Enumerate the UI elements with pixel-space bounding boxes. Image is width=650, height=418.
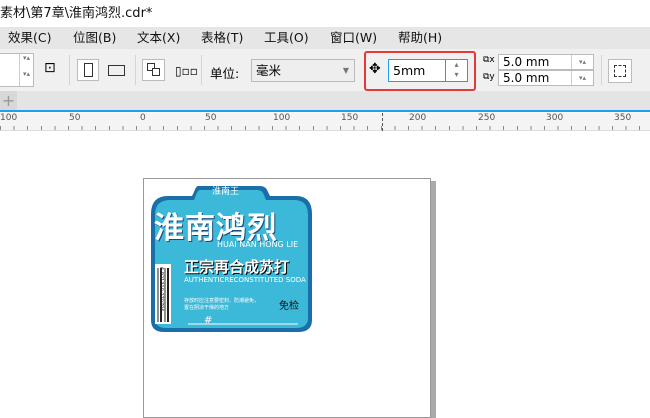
menu-tools[interactable]: 工具(O) xyxy=(264,27,309,49)
document-page: 淮南王 淮南鸿烈 HUAI NAN HONG LIE 正宗再合成苏打 AUTHE… xyxy=(143,178,431,418)
unit-select[interactable]: 毫米 ▼ xyxy=(251,59,355,82)
nudge-input[interactable]: 5mm ▴ ▾ xyxy=(388,59,468,82)
ruler-label: 100 xyxy=(273,113,291,123)
window-title: 素材\第7章\淮南鸿烈.cdr* xyxy=(0,0,650,27)
nudge-icon: ✥ xyxy=(369,61,381,77)
label-badge: 免检 xyxy=(279,301,299,312)
ruler-label: 50 xyxy=(69,113,81,123)
property-bar: ▾▴ ▾▴ ⊡ ▯▫▫ 单位: 毫米 ▼ ✥ 5mm ▴ ▾ ⧉x ⧉y 5.0 mm ▾… xyxy=(0,49,650,91)
treat-as-filled-button[interactable] xyxy=(608,59,632,83)
landscape-button[interactable] xyxy=(108,65,125,76)
all-pages-icon[interactable] xyxy=(142,59,165,81)
unit-label: 单位: xyxy=(210,66,240,81)
dup-y-icon: ⧉y xyxy=(483,72,495,82)
menu-window[interactable]: 窗口(W) xyxy=(330,27,377,49)
label-subtitle: 正宗再合成苏打 xyxy=(184,258,290,276)
dup-y-value: 5.0 mm xyxy=(503,71,550,85)
menu-help[interactable]: 帮助(H) xyxy=(398,27,442,49)
label-subtitle-en: AUTHENTICRECONSTITUTED SODA xyxy=(184,276,306,284)
label-hash: # xyxy=(204,315,213,326)
menu-text[interactable]: 文本(X) xyxy=(137,27,180,49)
dup-x-value: 5.0 mm xyxy=(503,55,550,69)
menu-table[interactable]: 表格(T) xyxy=(201,27,243,49)
ruler-label: 200 xyxy=(409,113,427,123)
duplicate-x-input[interactable]: 5.0 mm ▾▴ xyxy=(498,54,594,70)
ruler-label: 0 xyxy=(140,113,146,123)
label-pinyin: HUAI NAN HONG LIE xyxy=(217,240,299,249)
ruler-label: 150 xyxy=(341,113,359,123)
nudge-value: 5mm xyxy=(393,63,426,78)
duplicate-y-input[interactable]: 5.0 mm ▾▴ xyxy=(498,70,594,86)
ruler-label: 350 xyxy=(614,113,632,123)
ruler-label: 50 xyxy=(205,113,217,123)
portrait-button[interactable] xyxy=(77,59,99,81)
menu-bar: 效果(C) 位图(B) 文本(X) 表格(T) 工具(O) 窗口(W) 帮助(H… xyxy=(0,27,650,49)
menu-effects[interactable]: 效果(C) xyxy=(8,27,51,49)
ruler-label: 250 xyxy=(478,113,496,123)
add-tab-icon[interactable]: + xyxy=(0,91,17,110)
brand-small: 淮南王 xyxy=(212,187,240,197)
barcode-number: 6 921310 270706 xyxy=(158,267,164,312)
size-spinner[interactable]: ▾▴ ▾▴ xyxy=(0,53,34,87)
ruler-label: 300 xyxy=(546,113,564,123)
unit-value: 毫米 xyxy=(256,63,282,78)
dup-x-icon: ⧉x xyxy=(483,55,495,65)
label-note: 存放时应注意要密封、防潮避免，置在阴凉干燥的地方 xyxy=(184,298,260,311)
document-tabs: + xyxy=(0,91,650,112)
horizontal-ruler[interactable]: 100 50 0 50 100 150 200 250 300 350 xyxy=(0,113,650,131)
menu-bitmap[interactable]: 位图(B) xyxy=(73,27,116,49)
transform-icon[interactable]: ⊡ xyxy=(44,60,56,76)
ruler-label: 100 xyxy=(0,113,18,123)
current-page-icon[interactable]: ▯▫▫ xyxy=(175,64,198,78)
